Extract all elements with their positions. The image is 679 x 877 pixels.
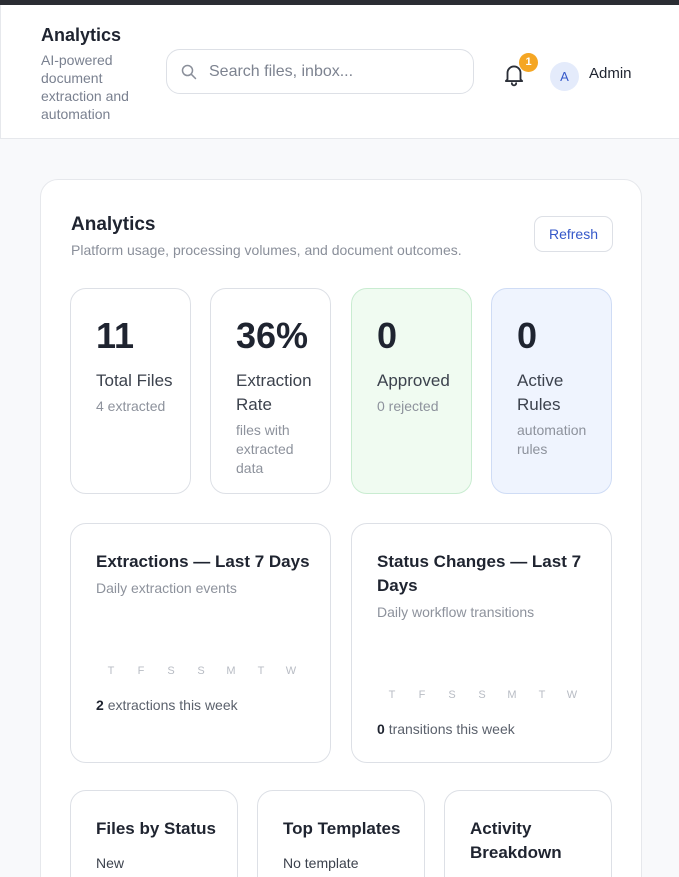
day-label: F — [418, 689, 426, 701]
card-title: Files by Status — [96, 819, 216, 838]
chart-summary: 0 transitions this week — [377, 721, 515, 737]
stat-value: 36% — [236, 315, 309, 356]
day-label: T — [107, 665, 115, 677]
day-label: S — [478, 689, 486, 701]
stat-value: 11 — [96, 315, 135, 356]
stat-card-total-files: 11 Total Files 4 extracted — [70, 288, 191, 494]
day-label: T — [388, 689, 396, 701]
page-title: Analytics — [71, 214, 156, 235]
user-name[interactable]: Admin — [589, 65, 632, 82]
stat-note: 0 rejected — [377, 398, 439, 414]
chart-total-suffix: transitions this week — [388, 721, 515, 737]
chart-total: 2 — [96, 697, 104, 713]
avatar[interactable]: A — [550, 62, 579, 91]
day-label: S — [167, 665, 175, 677]
day-label: T — [538, 689, 546, 701]
template-row-label: No template — [283, 855, 359, 871]
day-label: M — [226, 665, 236, 677]
stat-label: Active Rules — [517, 371, 564, 414]
chart-title: Extractions — Last 7 Days — [96, 552, 310, 571]
card-title: Activity Breakdown — [470, 819, 562, 862]
brand: Analytics AI-powered document extraction… — [41, 25, 151, 123]
chart-total: 0 — [377, 721, 385, 737]
notification-badge: 1 — [519, 53, 538, 72]
page-subtitle: Platform usage, processing volumes, and … — [71, 242, 462, 258]
stat-card-active-rules: 0 Active Rules automation rules — [491, 288, 612, 494]
stat-card-approved: 0 Approved 0 rejected — [351, 288, 472, 494]
stat-value: 0 — [377, 315, 398, 356]
stat-card-extraction-rate: 36% Extraction Rate files with extracted… — [210, 288, 331, 494]
card-title: Top Templates — [283, 819, 401, 838]
day-label: T — [257, 665, 265, 677]
files-by-status-card: Files by Status New — [70, 790, 238, 877]
search-input[interactable] — [209, 50, 459, 93]
stat-label: Total Files — [96, 371, 173, 390]
extractions-chart-card: Extractions — Last 7 Days Daily extracti… — [70, 523, 331, 763]
refresh-button[interactable]: Refresh — [534, 216, 613, 252]
app-subtitle: AI-powered document extraction and autom… — [41, 52, 129, 122]
stat-value: 0 — [517, 315, 538, 356]
chart-title: Status Changes — Last 7 Days — [377, 552, 582, 595]
chart-subtitle: Daily extraction events — [96, 580, 237, 596]
search-box[interactable] — [166, 49, 474, 94]
status-changes-chart-card: Status Changes — Last 7 Days Daily workf… — [351, 523, 612, 763]
day-label: W — [566, 689, 578, 701]
analytics-panel: Analytics Platform usage, processing vol… — [40, 179, 642, 877]
stat-note: files with extracted data — [236, 422, 294, 476]
chart-subtitle: Daily workflow transitions — [377, 604, 535, 620]
top-header: Analytics AI-powered document extraction… — [0, 5, 679, 139]
chart-total-suffix: extractions this week — [107, 697, 238, 713]
day-label: W — [285, 665, 297, 677]
app-title: Analytics — [41, 25, 122, 45]
day-label: F — [137, 665, 145, 677]
chart-summary: 2 extractions this week — [96, 697, 238, 713]
day-label: S — [448, 689, 456, 701]
stat-label: Approved — [377, 371, 450, 390]
stat-label: Extraction Rate — [236, 371, 312, 414]
activity-breakdown-card: Activity Breakdown — [444, 790, 612, 877]
search-icon — [181, 64, 197, 80]
day-label: M — [507, 689, 517, 701]
stat-note: 4 extracted — [96, 398, 166, 414]
stat-note: automation rules — [517, 422, 587, 457]
status-row-label: New — [96, 855, 125, 871]
day-label: S — [197, 665, 205, 677]
top-templates-card: Top Templates No template — [257, 790, 425, 877]
